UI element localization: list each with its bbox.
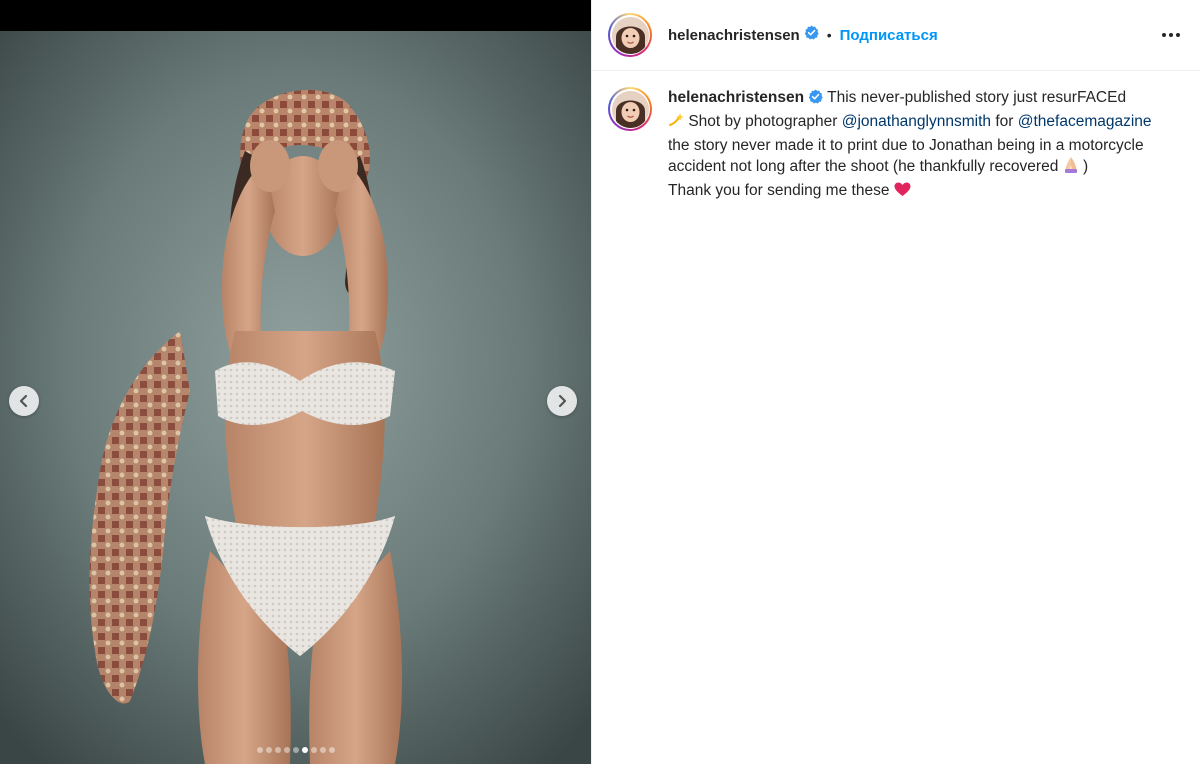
folded-hands-emoji — [1063, 156, 1079, 180]
carousel-dot — [292, 747, 299, 753]
caption-line-4: Thank you for sending me these — [668, 182, 890, 200]
red-heart-emoji — [894, 182, 911, 204]
carousel-dot — [265, 747, 272, 753]
media-pane — [0, 0, 591, 764]
caption-comment: helenachristensen This never-published s… — [592, 71, 1200, 204]
more-options-button[interactable] — [1158, 22, 1184, 48]
follow-button[interactable]: Подписаться — [840, 27, 938, 44]
carousel-dot — [256, 747, 263, 753]
verified-badge-icon — [808, 89, 823, 111]
post-modal: helenachristensen • Подписаться helenach… — [0, 0, 1200, 764]
dizzy-sparkle-emoji — [668, 112, 684, 135]
carousel-dot — [328, 747, 335, 753]
carousel-dot — [301, 747, 308, 753]
header-separator: • — [826, 27, 832, 43]
carousel-dot — [310, 747, 317, 753]
mention-thefacemagazine[interactable]: @thefacemagazine — [1018, 113, 1152, 130]
chevron-left-icon — [19, 394, 28, 408]
carousel-dot — [274, 747, 281, 753]
caption-text: helenachristensen This never-published s… — [668, 87, 1168, 204]
chevron-right-icon — [558, 394, 567, 408]
caption-line-1: This never-published story just resurFAC… — [827, 89, 1127, 106]
mention-jonathanglynnsmith[interactable]: @jonathanglynnsmith — [842, 113, 991, 130]
caption-avatar[interactable] — [608, 87, 652, 131]
next-slide-button[interactable] — [547, 386, 577, 416]
post-header: helenachristensen • Подписаться — [592, 0, 1200, 71]
more-options-icon — [1162, 33, 1180, 37]
verified-badge-icon — [804, 25, 819, 45]
caption-line-2: Shot by photographer — [688, 112, 838, 130]
caption-username[interactable]: helenachristensen — [668, 89, 804, 106]
carousel-dot — [283, 747, 290, 753]
caption-line-2-tail: for — [995, 112, 1014, 130]
post-author-username[interactable]: helenachristensen — [668, 27, 800, 44]
carousel-dot — [319, 747, 326, 753]
previous-slide-button[interactable] — [9, 386, 39, 416]
post-photo[interactable] — [0, 31, 591, 764]
post-details-pane: helenachristensen • Подписаться helenach… — [591, 0, 1200, 764]
carousel-indicator — [0, 747, 591, 753]
caption-line-3-close: ) — [1082, 158, 1089, 176]
avatar[interactable] — [608, 13, 652, 57]
